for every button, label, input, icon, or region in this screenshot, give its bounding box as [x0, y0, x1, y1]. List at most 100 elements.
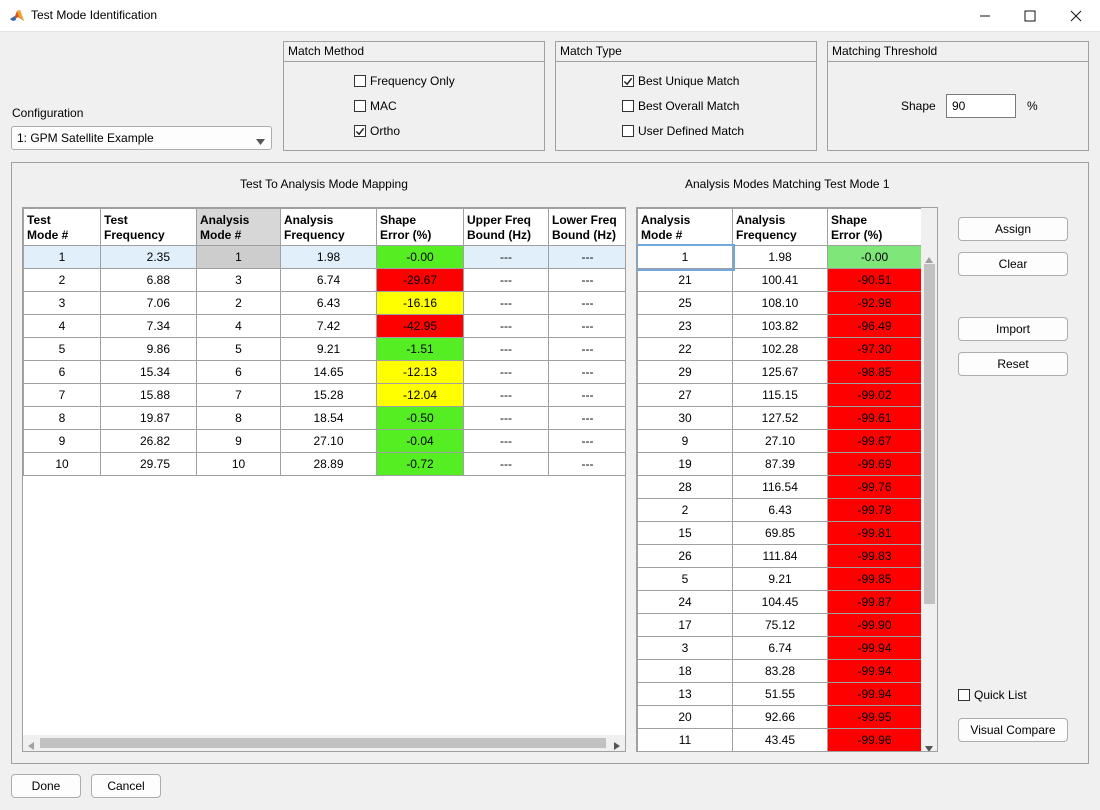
table-cell[interactable]: 5: [637, 567, 733, 591]
table-row[interactable]: 28 116.54 -99.76: [637, 475, 922, 499]
table-row[interactable]: 8 19.87 8 18.54 -0.50 --- ---: [23, 406, 625, 430]
table-row[interactable]: 5 9.86 5 9.21 -1.51 --- ---: [23, 337, 625, 361]
table-cell[interactable]: 75.12: [732, 613, 828, 637]
table-row[interactable]: 9 27.10 -99.67: [637, 429, 922, 453]
table-cell[interactable]: 28: [637, 475, 733, 499]
table-cell[interactable]: -99.76: [827, 475, 922, 499]
table-row[interactable]: 23 103.82 -96.49: [637, 314, 922, 338]
table-cell[interactable]: 3: [23, 291, 101, 315]
table-cell[interactable]: 18.54: [280, 406, 377, 430]
table-cell[interactable]: 1: [637, 243, 735, 271]
assign-button[interactable]: Assign: [958, 217, 1068, 241]
table-cell[interactable]: 116.54: [732, 475, 828, 499]
table-cell[interactable]: 1.98: [280, 245, 377, 269]
table-row[interactable]: 5 9.21 -99.85: [637, 567, 922, 591]
table-row[interactable]: 22 102.28 -97.30: [637, 337, 922, 361]
table-cell[interactable]: 7: [23, 383, 101, 407]
table-cell[interactable]: -99.87: [827, 590, 922, 614]
table-cell[interactable]: 9: [196, 429, 281, 453]
table-cell[interactable]: 6.43: [280, 291, 377, 315]
table-cell[interactable]: 9: [23, 429, 101, 453]
table-cell[interactable]: 7.06: [100, 291, 197, 315]
table-cell[interactable]: ---: [548, 314, 625, 338]
table-cell[interactable]: 115.15: [732, 383, 828, 407]
scroll-left-icon[interactable]: [28, 739, 34, 751]
table-cell[interactable]: -99.61: [827, 406, 922, 430]
table-cell[interactable]: 6: [23, 360, 101, 384]
table-cell[interactable]: -0.04: [376, 429, 464, 453]
table-row[interactable]: 29 125.67 -98.85: [637, 360, 922, 384]
table-cell[interactable]: 43.45: [732, 728, 828, 751]
table-cell[interactable]: 8: [196, 406, 281, 430]
table-cell[interactable]: 26.82: [100, 429, 197, 453]
table-row[interactable]: 3 6.74 -99.94: [637, 636, 922, 660]
table-cell[interactable]: 15.88: [100, 383, 197, 407]
table-cell[interactable]: ---: [463, 406, 549, 430]
table-cell[interactable]: -92.98: [827, 291, 922, 315]
close-icon[interactable]: [1053, 0, 1099, 31]
column-header[interactable]: Shape Error (%): [827, 208, 922, 246]
column-header[interactable]: Shape Error (%): [376, 208, 464, 246]
table-cell[interactable]: 8: [23, 406, 101, 430]
table-cell[interactable]: 10: [196, 452, 281, 476]
table-cell[interactable]: 15.34: [100, 360, 197, 384]
table-cell[interactable]: 5: [196, 337, 281, 361]
table-cell[interactable]: 2.35: [100, 245, 197, 269]
column-header[interactable]: Upper Freq Bound (Hz): [463, 208, 549, 246]
horizontal-scrollbar[interactable]: [23, 735, 625, 751]
table-cell[interactable]: 2: [196, 291, 281, 315]
table-cell[interactable]: 69.85: [732, 521, 828, 545]
best-overall-match-checkbox[interactable]: Best Overall Match: [622, 99, 739, 113]
done-button[interactable]: Done: [11, 774, 81, 798]
table-cell[interactable]: 30: [637, 406, 733, 430]
table-cell[interactable]: 28.89: [280, 452, 377, 476]
table-cell[interactable]: 7.42: [280, 314, 377, 338]
scroll-thumb[interactable]: [40, 738, 606, 748]
table-cell[interactable]: 2: [637, 498, 733, 522]
table-cell[interactable]: ---: [463, 245, 549, 269]
column-header[interactable]: Analysis Frequency: [280, 208, 377, 246]
table-row[interactable]: 24 104.45 -99.87: [637, 590, 922, 614]
vertical-scrollbar[interactable]: [921, 208, 937, 751]
table-cell[interactable]: -29.67: [376, 268, 464, 292]
table-cell[interactable]: 7: [196, 383, 281, 407]
table-cell[interactable]: 27.10: [280, 429, 377, 453]
table-cell[interactable]: 19.87: [100, 406, 197, 430]
table-row[interactable]: 11 43.45 -99.96: [637, 728, 922, 751]
table-cell[interactable]: 24: [637, 590, 733, 614]
ortho-checkbox[interactable]: Ortho: [354, 124, 400, 138]
table-cell[interactable]: 104.45: [732, 590, 828, 614]
table-row[interactable]: 1 2.35 1 1.98 -0.00 --- ---: [23, 245, 625, 269]
table-cell[interactable]: 20: [637, 705, 733, 729]
table-cell[interactable]: 5: [23, 337, 101, 361]
table-cell[interactable]: ---: [463, 314, 549, 338]
table-cell[interactable]: 26: [637, 544, 733, 568]
table-cell[interactable]: ---: [463, 268, 549, 292]
scroll-thumb[interactable]: [924, 264, 935, 604]
table-cell[interactable]: 9: [637, 429, 733, 453]
table-cell[interactable]: 29: [637, 360, 733, 384]
table-cell[interactable]: 18: [637, 659, 733, 683]
table-cell[interactable]: -99.78: [827, 498, 922, 522]
table-row[interactable]: 13 51.55 -99.94: [637, 682, 922, 706]
table-cell[interactable]: 17: [637, 613, 733, 637]
clear-button[interactable]: Clear: [958, 252, 1068, 276]
shape-threshold-input[interactable]: 90: [946, 94, 1016, 118]
table-cell[interactable]: 6.43: [732, 498, 828, 522]
table-cell[interactable]: ---: [548, 383, 625, 407]
table-cell[interactable]: -0.50: [376, 406, 464, 430]
table-cell[interactable]: 7.34: [100, 314, 197, 338]
table-cell[interactable]: -1.51: [376, 337, 464, 361]
table-cell[interactable]: -99.94: [827, 636, 922, 660]
table-cell[interactable]: -99.94: [827, 682, 922, 706]
table-cell[interactable]: ---: [548, 268, 625, 292]
table-cell[interactable]: ---: [548, 360, 625, 384]
column-header[interactable]: Analysis Mode #: [637, 208, 733, 246]
column-header[interactable]: Analysis Mode #: [196, 208, 281, 246]
table-row[interactable]: 2 6.88 3 6.74 -29.67 --- ---: [23, 268, 625, 292]
table-cell[interactable]: -42.95: [376, 314, 464, 338]
column-header[interactable]: Lower Freq Bound (Hz): [548, 208, 625, 246]
table-cell[interactable]: 6.88: [100, 268, 197, 292]
table-row[interactable]: 1 1.98 -0.00: [637, 243, 922, 271]
table-cell[interactable]: 1: [196, 245, 281, 269]
